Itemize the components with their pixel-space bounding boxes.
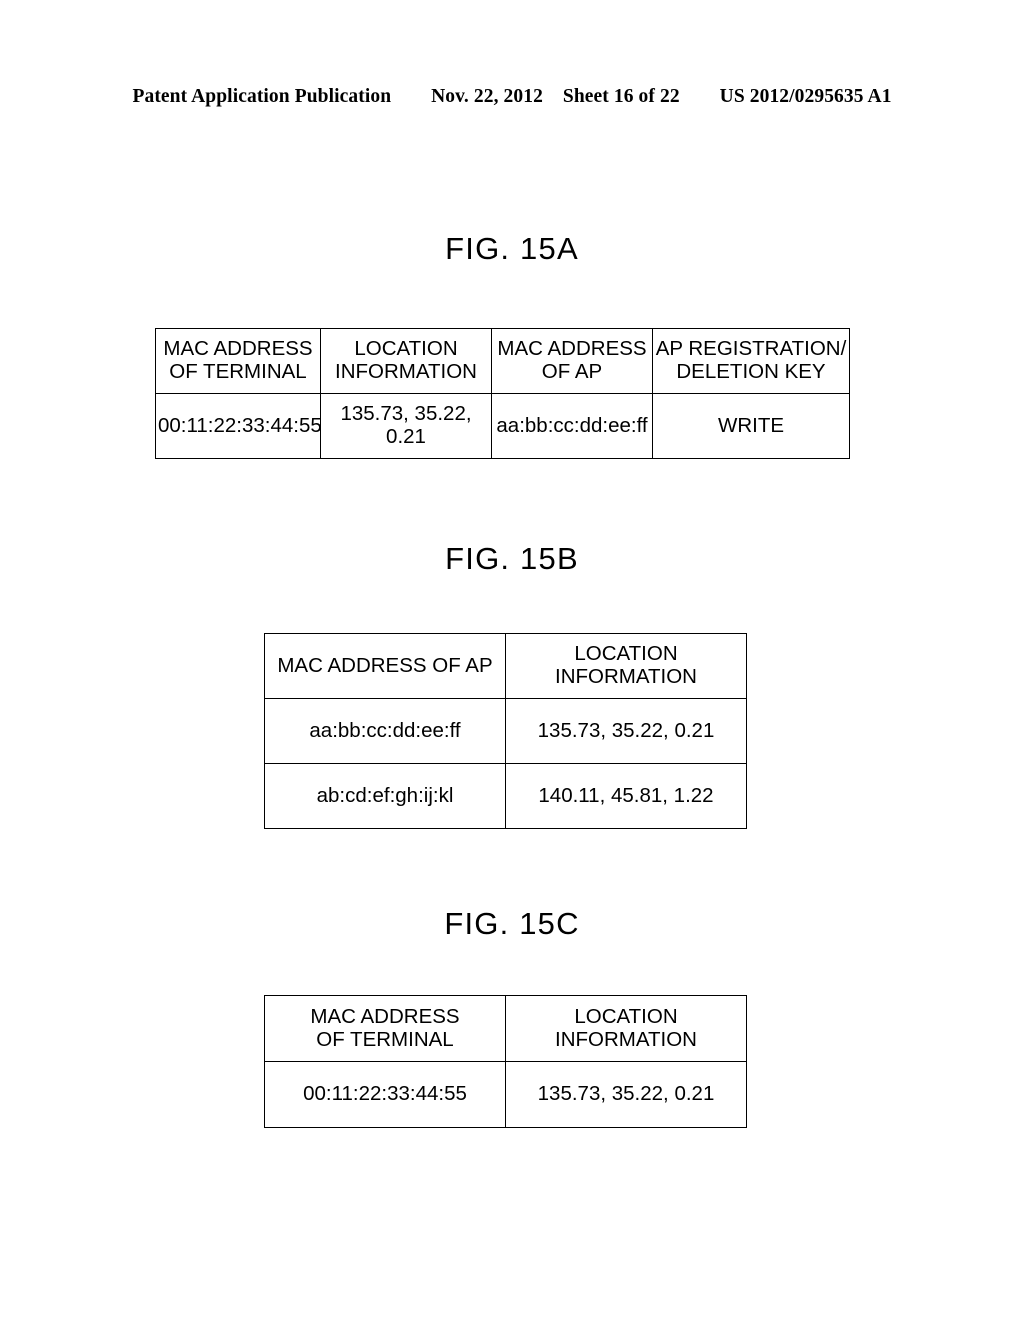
cell-location-information: 135.73, 35.22, 0.21: [505, 698, 747, 764]
figure-table-15b: MAC ADDRESS OF AP LOCATION INFORMATION a…: [264, 633, 747, 829]
figure-table-15c: MAC ADDRESS OF TERMINAL LOCATION INFORMA…: [264, 995, 747, 1128]
cell-ap-registration-deletion-key: WRITE: [652, 393, 850, 459]
header-line-2: OF AP: [541, 360, 603, 383]
page-running-header: Patent Application Publication Nov. 22, …: [0, 86, 1024, 108]
header-publication-label: Patent Application Publication: [132, 86, 392, 107]
figure-title-15b: FIG. 15B: [445, 541, 579, 576]
header-line-1: MAC ADDRESS: [163, 337, 313, 361]
patent-figure-page: { "header": { "publication": "Patent App…: [0, 0, 1024, 1320]
column-header-mac-address-of-terminal: MAC ADDRESS OF TERMINAL: [264, 995, 506, 1062]
header-document-number: US 2012/0295635 A1: [719, 86, 892, 107]
table-row: 00:11:22:33:44:55 135.73, 35.22, 0.21: [264, 1061, 747, 1128]
table-row: aa:bb:cc:dd:ee:ff 135.73, 35.22, 0.21: [264, 698, 747, 764]
table-row: 00:11:22:33:44:55 135.73, 35.22, 0.21 aa…: [155, 393, 850, 459]
figure-table-15a: MAC ADDRESS OF TERMINAL LOCATION INFORMA…: [155, 328, 850, 459]
cell-mac-address-of-ap: ab:cd:ef:gh:ij:kl: [264, 763, 506, 829]
figure-title-15c: FIG. 15C: [444, 906, 580, 941]
header-line-1: LOCATION: [354, 337, 458, 361]
header-date-label: Nov. 22, 2012: [431, 86, 543, 107]
cell-mac-address-of-terminal: 00:11:22:33:44:55: [264, 1061, 506, 1128]
header-line-2: OF TERMINAL: [316, 1027, 454, 1051]
column-header-mac-address-of-ap: MAC ADDRESS OF AP: [491, 328, 653, 394]
column-header-location-information: LOCATION INFORMATION: [320, 328, 492, 394]
cell-location-information: 135.73, 35.22, 0.21: [505, 1061, 747, 1128]
cell-location-information: 140.11, 45.81, 1.22: [505, 763, 747, 829]
column-header-mac-address-of-terminal: MAC ADDRESS OF TERMINAL: [155, 328, 321, 394]
header-line-2: OF TERMINAL: [169, 360, 307, 383]
table-header-row: MAC ADDRESS OF TERMINAL LOCATION INFORMA…: [264, 995, 747, 1062]
column-header-location-information: LOCATION INFORMATION: [505, 633, 747, 699]
header-line-1: AP REGISTRATION/: [655, 337, 847, 361]
cell-mac-address-of-ap: aa:bb:cc:dd:ee:ff: [264, 698, 506, 764]
cell-location-information: 135.73, 35.22, 0.21: [320, 393, 492, 459]
header-line-1: MAC ADDRESS: [497, 337, 647, 361]
header-sheet-label: Sheet 16 of 22: [562, 86, 680, 107]
table-header-row: MAC ADDRESS OF TERMINAL LOCATION INFORMA…: [155, 328, 850, 394]
figure-title-15a: FIG. 15A: [445, 231, 579, 266]
column-header-ap-registration-deletion-key: AP REGISTRATION/ DELETION KEY: [652, 328, 850, 394]
table-row: ab:cd:ef:gh:ij:kl 140.11, 45.81, 1.22: [264, 763, 747, 829]
header-line-1: MAC ADDRESS: [310, 1004, 460, 1028]
column-header-mac-address-of-ap: MAC ADDRESS OF AP: [264, 633, 506, 699]
table-header-row: MAC ADDRESS OF AP LOCATION INFORMATION: [264, 633, 747, 699]
header-line-2: DELETION KEY: [676, 360, 826, 383]
cell-mac-address-of-ap: aa:bb:cc:dd:ee:ff: [491, 393, 653, 459]
header-line-2: INFORMATION: [335, 360, 477, 383]
cell-mac-address-of-terminal: 00:11:22:33:44:55: [155, 393, 322, 459]
column-header-location-information: LOCATION INFORMATION: [505, 995, 747, 1062]
